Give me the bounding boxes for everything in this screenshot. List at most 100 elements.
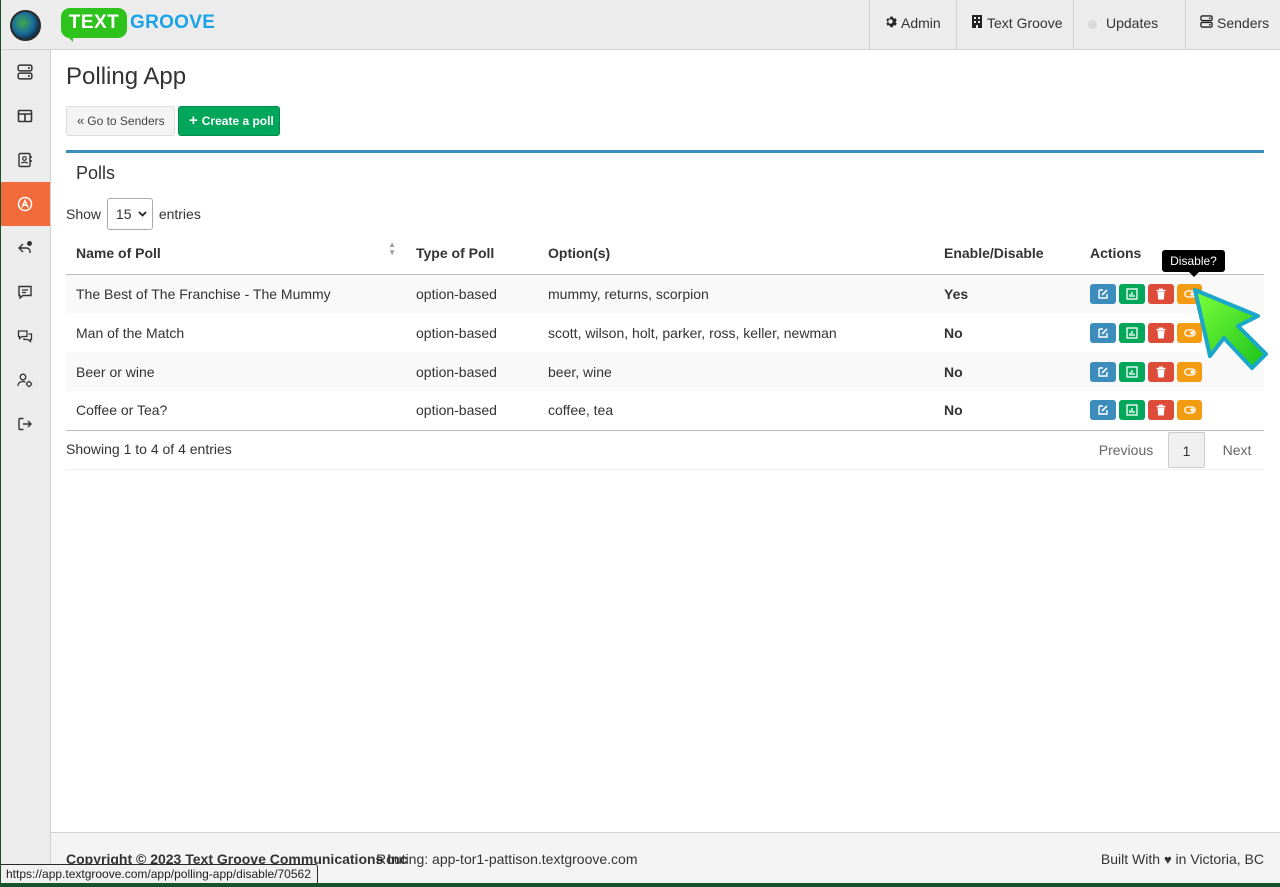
sidebar-item-user-settings[interactable]: [0, 358, 50, 402]
poll-results-button[interactable]: [1119, 283, 1145, 304]
nav-admin-label: Admin: [901, 15, 941, 31]
delete-poll-button[interactable]: [1148, 322, 1174, 343]
sidebar-item-messages[interactable]: [0, 270, 50, 314]
logout-icon: [18, 417, 32, 431]
poll-name: Coffee or Tea?: [66, 391, 406, 431]
nav-updates[interactable]: Updates: [1073, 0, 1185, 49]
pagination-next[interactable]: Next: [1209, 432, 1265, 468]
column-header-name[interactable]: Name of Poll ▲ ▼: [66, 233, 406, 275]
heart-icon: ♥: [1163, 852, 1172, 867]
database-icon: [17, 64, 33, 80]
polls-box-title: Polls: [76, 163, 116, 183]
updates-status-dot-icon: [1088, 19, 1097, 29]
tooltip-arrow: [1189, 272, 1199, 277]
poll-results-button[interactable]: [1119, 400, 1145, 421]
create-poll-label: Create a poll: [201, 114, 274, 128]
database-icon: [1200, 0, 1213, 47]
poll-enabled-status: No: [934, 352, 1080, 391]
poll-results-button[interactable]: [1119, 322, 1145, 343]
table-row: Beer or wine option-based beer, wine No: [66, 352, 1264, 391]
gear-icon: [884, 0, 897, 47]
pagination-page-1[interactable]: 1: [1168, 432, 1205, 468]
poll-options: coffee, tea: [538, 391, 934, 431]
show-label: Show: [66, 206, 102, 223]
plus-icon: +: [189, 112, 198, 129]
sort-icon: ▲ ▼: [388, 240, 396, 258]
footer-routing: Routing: app-tor1-pattison.textgroove.co…: [376, 851, 638, 867]
table-row: Coffee or Tea? option-based coffee, tea No: [66, 391, 1264, 431]
entries-per-page-select[interactable]: 15: [106, 198, 153, 231]
sidebar-item-senders[interactable]: [0, 50, 50, 94]
poll-name: Man of the Match: [76, 324, 185, 341]
sidebar-item-chat[interactable]: [0, 314, 50, 358]
user-settings-icon: [17, 373, 33, 388]
layout-icon: [17, 109, 33, 123]
nav-senders-label: Senders: [1217, 15, 1270, 31]
column-header-options[interactable]: Option(s): [538, 233, 934, 275]
edit-poll-button[interactable]: [1090, 322, 1116, 343]
poll-enabled-status: No: [944, 324, 963, 341]
polls-table: Name of Poll ▲ ▼ Type of Poll Option(s) En…: [66, 233, 1264, 431]
table-info: Showing 1 to 4 of 4 entries: [66, 441, 232, 457]
poll-results-button[interactable]: [1119, 361, 1145, 382]
brand-logo-groove: GROOVE: [130, 12, 216, 33]
go-to-senders-button[interactable]: «Go to Senders: [66, 106, 175, 136]
poll-name: Beer or wine: [66, 352, 406, 391]
message-icon: [18, 285, 32, 300]
sidebar-item-contacts[interactable]: [0, 138, 50, 182]
toggle-poll-button[interactable]: [1177, 400, 1202, 421]
entries-per-page-value: 15: [115, 206, 132, 223]
poll-actions: [1080, 391, 1264, 431]
sidebar: [0, 50, 51, 883]
pointer-arrow-icon: [1193, 288, 1268, 370]
poll-options: scott, wilson, holt, parker, ross, kelle…: [548, 324, 837, 341]
column-header-enable-disable[interactable]: Enable/Disable: [934, 233, 1080, 275]
show-entries-control: Show 15 entries: [66, 197, 201, 231]
building-icon: [971, 0, 983, 47]
polls-box: Polls Show 15 entries Name of Poll ▲ ▼ Typ…: [66, 150, 1264, 470]
table-row: The Best of The Franchise - The Mummy opt…: [66, 274, 1264, 313]
contacts-icon: [18, 152, 32, 168]
sidebar-item-auto-reply[interactable]: [0, 226, 50, 270]
user-avatar[interactable]: [10, 10, 41, 41]
poll-name: The Best of The Franchise - The Mummy: [66, 274, 406, 313]
window-frame-bottom: [0, 883, 1280, 887]
pagination-previous[interactable]: Previous: [1087, 432, 1165, 468]
poll-type: option-based: [406, 352, 538, 391]
nav-admin[interactable]: Admin: [869, 0, 956, 49]
go-to-senders-label: Go to Senders: [87, 114, 165, 128]
nav-text-groove-label: Text Groove: [987, 15, 1063, 31]
brand-logo-bubble-tail: [63, 32, 73, 42]
top-header: TEXT GROOVE Admin Text Groove Updates Se…: [0, 0, 1280, 50]
delete-poll-button[interactable]: [1148, 400, 1174, 421]
reply-settings-icon: [18, 241, 32, 253]
disable-tooltip: Disable?: [1162, 250, 1225, 272]
nav-text-groove[interactable]: Text Groove: [956, 0, 1073, 49]
sidebar-item-layout[interactable]: [0, 94, 50, 138]
create-poll-button[interactable]: + Create a poll: [178, 106, 280, 136]
edit-poll-button[interactable]: [1090, 400, 1116, 421]
poll-type: option-based: [416, 324, 497, 341]
table-row: Man of the Match option-based scott, wilso…: [66, 313, 1264, 352]
brand-logo[interactable]: TEXT GROOVE: [61, 8, 221, 42]
page-title: Polling App: [66, 63, 187, 90]
delete-poll-button[interactable]: [1148, 361, 1174, 382]
poll-app-icon: [17, 196, 33, 212]
nav-updates-label: Updates: [1106, 15, 1159, 31]
poll-type: option-based: [406, 391, 538, 431]
entries-label: entries: [158, 206, 201, 223]
poll-type: option-based: [406, 274, 538, 313]
window-frame-left: [0, 0, 1, 887]
footer-built-with: Built With ♥ in Victoria, BC: [1100, 851, 1264, 867]
column-header-type[interactable]: Type of Poll: [406, 233, 538, 275]
poll-enabled-status: No: [934, 391, 1080, 431]
nav-senders[interactable]: Senders: [1185, 0, 1280, 49]
edit-poll-button[interactable]: [1090, 283, 1116, 304]
sidebar-item-polling-app[interactable]: [0, 182, 50, 226]
delete-poll-button[interactable]: [1148, 283, 1174, 304]
sidebar-item-logout[interactable]: [0, 402, 50, 446]
edit-poll-button[interactable]: [1090, 361, 1116, 382]
poll-enabled-status: Yes: [934, 274, 1080, 313]
double-chevron-left-icon: «: [77, 113, 85, 128]
poll-options: beer, wine: [538, 352, 934, 391]
